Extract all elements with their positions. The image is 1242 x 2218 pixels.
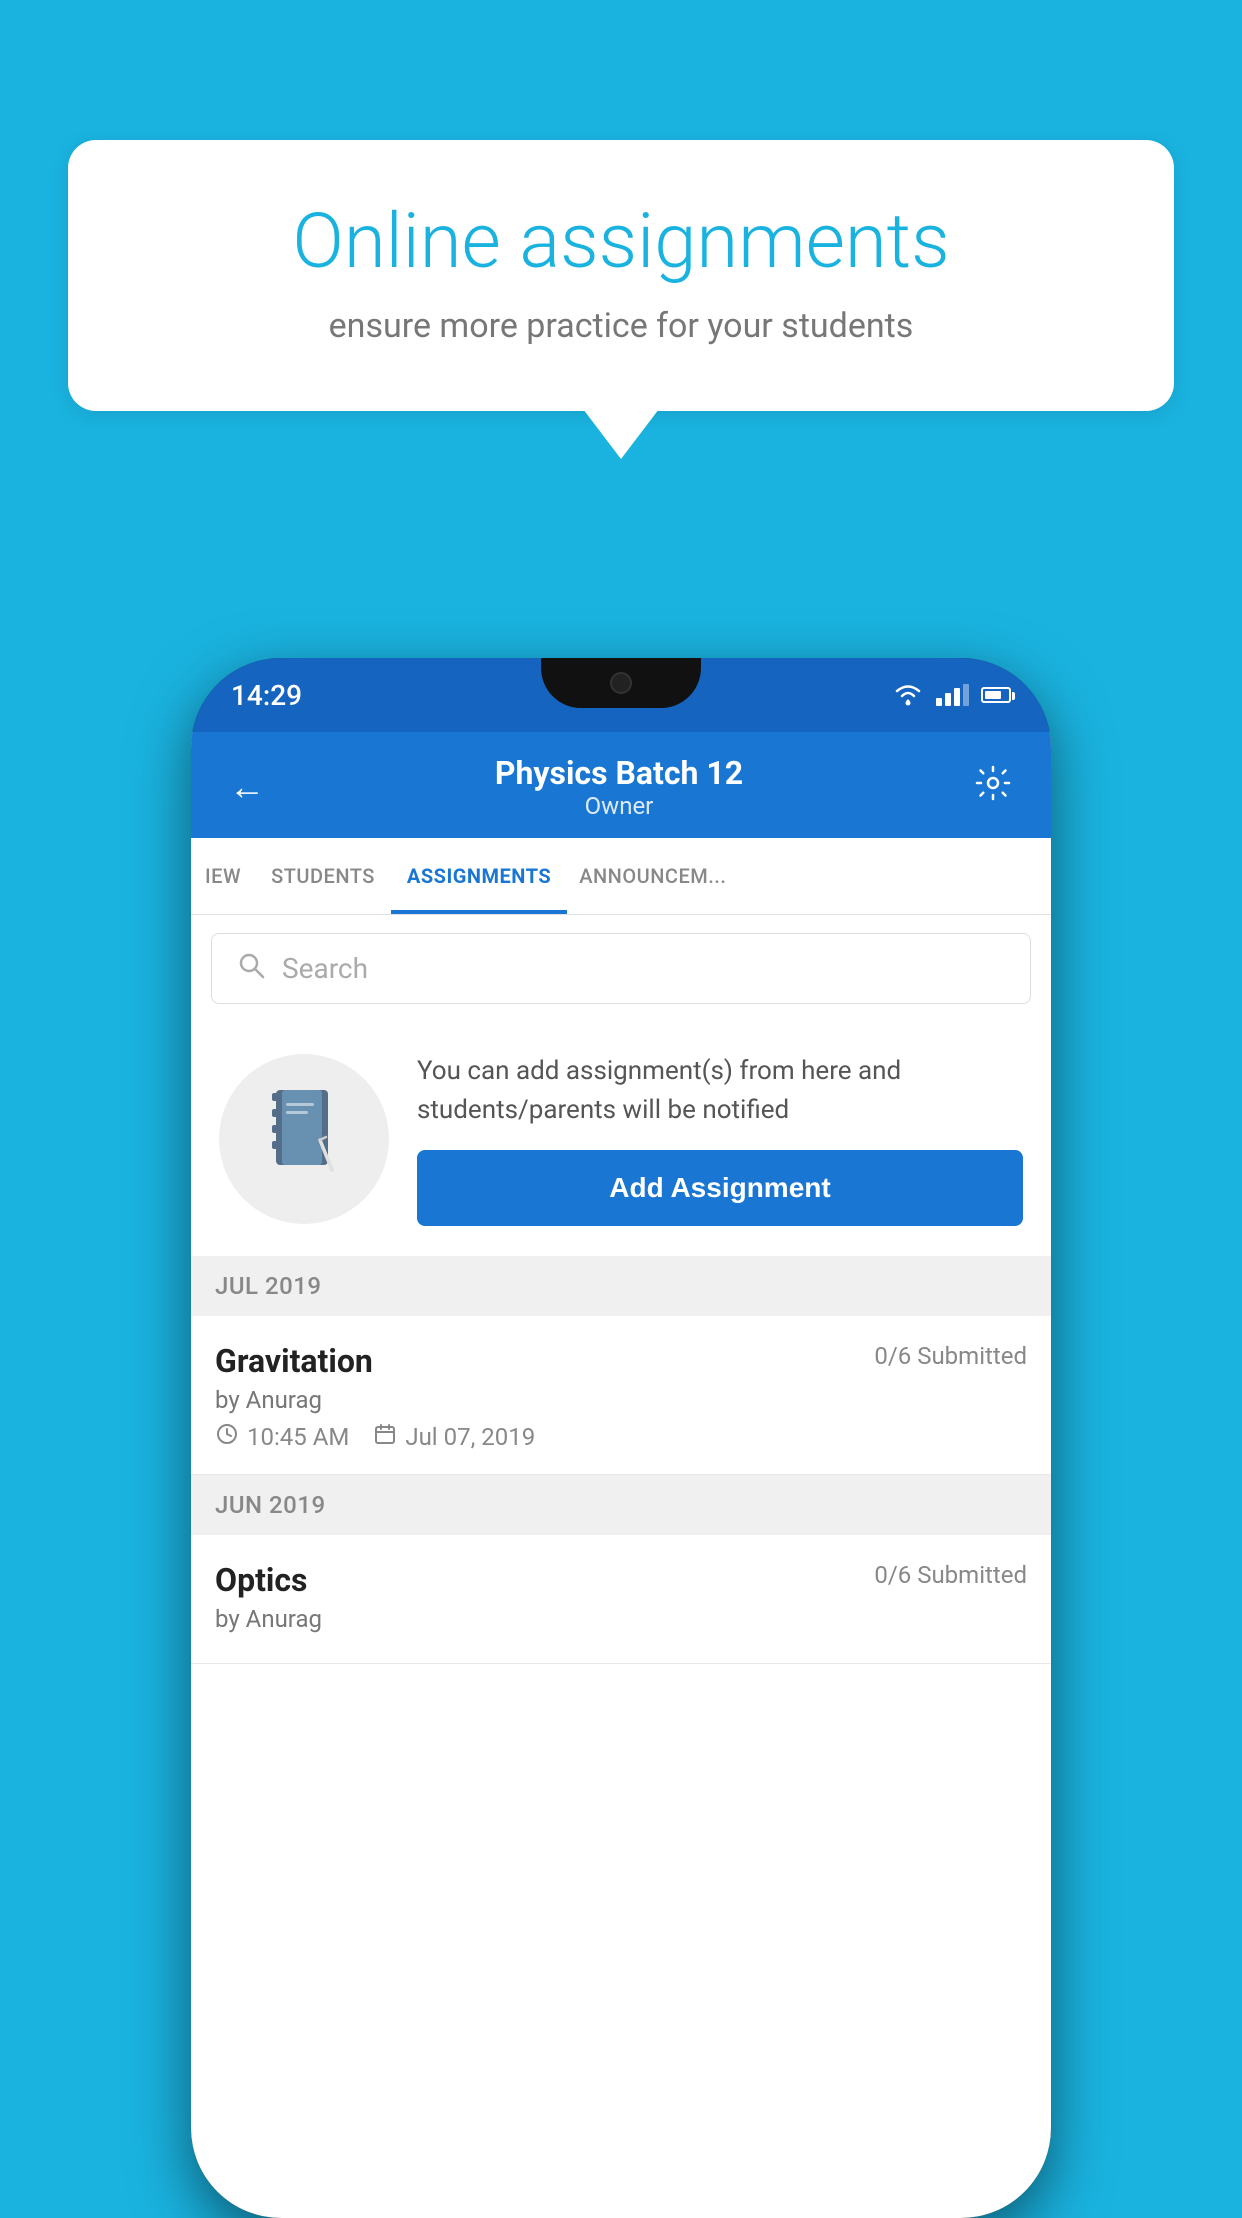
tabs-bar: IEW STUDENTS ASSIGNMENTS ANNOUNCEM... — [191, 838, 1051, 915]
batch-owner-label: Owner — [273, 792, 965, 820]
tab-iew[interactable]: IEW — [191, 838, 255, 914]
assignment-name: Gravitation — [215, 1342, 373, 1380]
assignment-date: Jul 07, 2019 — [373, 1422, 535, 1452]
search-input-placeholder: Search — [282, 952, 368, 985]
section-jul-2019: JUL 2019 — [191, 1256, 1051, 1316]
search-container: Search — [191, 915, 1051, 1022]
status-bar: 14:29 — [191, 658, 1051, 732]
settings-button[interactable] — [965, 755, 1021, 820]
batch-title: Physics Batch 12 — [273, 754, 965, 792]
tab-students[interactable]: STUDENTS — [255, 838, 391, 914]
clock-icon — [215, 1422, 239, 1452]
front-camera — [610, 672, 632, 694]
signal-icon — [936, 684, 969, 706]
phone-notch — [541, 658, 701, 708]
wifi-icon — [892, 683, 924, 707]
bubble-title: Online assignments — [138, 200, 1104, 284]
assignment-submitted: 0/6 Submitted — [874, 1342, 1027, 1370]
battery-icon — [981, 687, 1011, 703]
time-value: 10:45 AM — [247, 1423, 349, 1451]
promo-text-section: You can add assignment(s) from here and … — [417, 1052, 1023, 1226]
assignment-name-2: Optics — [215, 1561, 307, 1599]
assignment-author-2: by Anurag — [215, 1605, 1027, 1633]
search-bar[interactable]: Search — [211, 933, 1031, 1004]
search-icon — [236, 950, 266, 987]
assignment-gravitation[interactable]: Gravitation 0/6 Submitted by Anurag 10:4… — [191, 1316, 1051, 1475]
bubble-subtitle: ensure more practice for your students — [138, 306, 1104, 346]
assignment-row-top-2: Optics 0/6 Submitted — [215, 1561, 1027, 1599]
speech-bubble: Online assignments ensure more practice … — [68, 140, 1174, 411]
date-value: Jul 07, 2019 — [405, 1423, 535, 1451]
assignment-datetime: 10:45 AM Jul 07, 2019 — [215, 1422, 1027, 1452]
back-button[interactable]: ← — [221, 758, 273, 816]
assignment-row-top: Gravitation 0/6 Submitted — [215, 1342, 1027, 1380]
assignment-time: 10:45 AM — [215, 1422, 349, 1452]
promo-section: You can add assignment(s) from here and … — [191, 1022, 1051, 1256]
add-assignment-button[interactable]: Add Assignment — [417, 1150, 1023, 1226]
phone-frame: 14:29 ← — [191, 658, 1051, 2218]
status-icons — [892, 683, 1011, 707]
phone-content: ← Physics Batch 12 Owner IEW STUDENTS AS… — [191, 732, 1051, 2218]
assignment-submitted-2: 0/6 Submitted — [874, 1561, 1027, 1589]
promo-description: You can add assignment(s) from here and … — [417, 1052, 1023, 1130]
section-jun-2019: JUN 2019 — [191, 1475, 1051, 1535]
app-header: ← Physics Batch 12 Owner — [191, 732, 1051, 838]
header-title-section: Physics Batch 12 Owner — [273, 754, 965, 820]
tab-announcements[interactable]: ANNOUNCEM... — [567, 838, 738, 914]
status-time: 14:29 — [231, 679, 302, 712]
notebook-icon — [264, 1085, 344, 1193]
assignment-optics[interactable]: Optics 0/6 Submitted by Anurag — [191, 1535, 1051, 1664]
tab-assignments[interactable]: ASSIGNMENTS — [391, 838, 567, 914]
speech-bubble-container: Online assignments ensure more practice … — [68, 140, 1174, 411]
calendar-icon — [373, 1422, 397, 1452]
promo-icon-circle — [219, 1054, 389, 1224]
assignment-author: by Anurag — [215, 1386, 1027, 1414]
